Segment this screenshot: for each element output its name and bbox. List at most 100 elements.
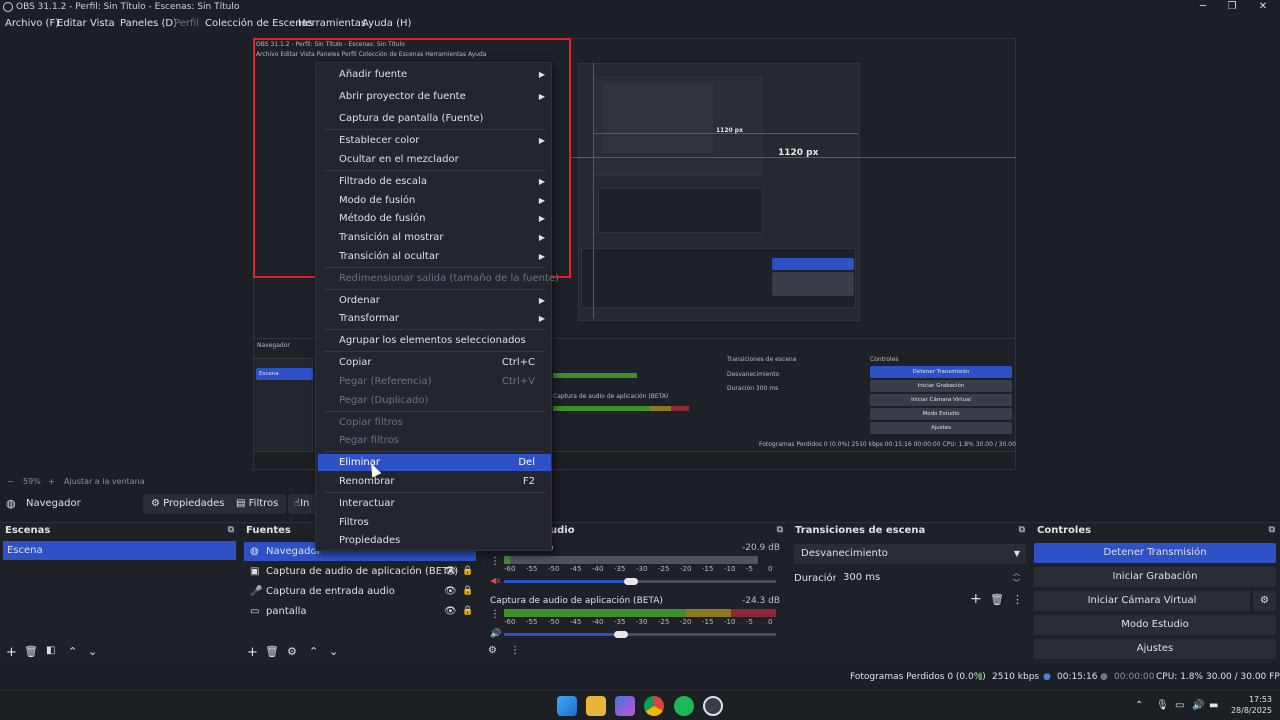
channel2-slider-knob[interactable] bbox=[614, 631, 628, 638]
transition-menu-icon[interactable]: ⋮ bbox=[1012, 593, 1023, 606]
channel2-menu-icon[interactable]: ⋮ bbox=[490, 609, 500, 620]
menu-item-scale-filter[interactable]: Filtrado de escala ▶ bbox=[318, 173, 551, 190]
maximize-button[interactable]: ❐ bbox=[1217, 0, 1247, 15]
lock-icon[interactable]: 🔒 bbox=[462, 602, 473, 621]
start-recording-button[interactable]: Iniciar Grabación bbox=[1034, 567, 1276, 587]
duration-input[interactable]: 300 ms ︿ ﹀ bbox=[836, 568, 1026, 588]
channel1-menu-icon[interactable]: ⋮ bbox=[490, 556, 500, 567]
obs-taskbar-icon[interactable] bbox=[703, 696, 723, 716]
move-up-icon[interactable]: ⌃ bbox=[68, 645, 77, 658]
menu-editar[interactable]: Editar bbox=[57, 18, 87, 29]
stop-streaming-button[interactable]: Detener Transmisión bbox=[1034, 543, 1276, 563]
remove-transition-icon[interactable]: 🗑 bbox=[990, 593, 1004, 606]
volume-icon[interactable]: 🔊 bbox=[1192, 700, 1204, 711]
add-source-icon[interactable]: + bbox=[247, 645, 258, 660]
spotify-icon[interactable] bbox=[674, 696, 694, 716]
close-button[interactable]: ✕ bbox=[1248, 0, 1278, 15]
undock-icon[interactable]: ⧉ bbox=[1019, 525, 1025, 535]
menu-item-group[interactable]: Agrupar los elementos seleccionados bbox=[318, 332, 551, 349]
menu-item-show-transition[interactable]: Transición al mostrar ▶ bbox=[318, 229, 551, 246]
menu-vista[interactable]: Vista bbox=[90, 18, 115, 29]
add-transition-icon[interactable]: + bbox=[970, 591, 982, 607]
move-down-icon[interactable]: ⌄ bbox=[329, 645, 338, 658]
menu-herramientas[interactable]: Herramientas bbox=[298, 18, 366, 29]
menu-perfil[interactable]: Perfil bbox=[174, 18, 199, 29]
eye-icon[interactable]: 👁 bbox=[444, 562, 457, 581]
channel1-slider-knob[interactable] bbox=[624, 578, 638, 585]
battery-icon[interactable]: ▬ bbox=[1209, 700, 1218, 711]
menu-item-paste-filters[interactable]: Pegar filtros bbox=[318, 432, 551, 449]
menu-item-order[interactable]: Ordenar ▶ bbox=[318, 292, 551, 309]
add-scene-icon[interactable]: + bbox=[6, 645, 17, 660]
menu-item-delete[interactable]: Eliminar Del bbox=[318, 454, 551, 471]
remove-source-icon[interactable]: 🗑 bbox=[265, 645, 279, 658]
undock-icon[interactable]: ⧉ bbox=[228, 525, 234, 535]
submenu-arrow-icon: ▶ bbox=[538, 92, 545, 101]
menu-coleccion-escenas[interactable]: Colección de Escenas bbox=[205, 18, 313, 29]
channel1-mute-icon[interactable]: ◀x bbox=[490, 576, 501, 585]
menu-item-add-source[interactable]: Añadir fuente ▶ bbox=[318, 66, 551, 83]
menu-item-copy-filters[interactable]: Copiar filtros bbox=[318, 414, 551, 431]
menu-item-filters[interactable]: Filtros bbox=[318, 514, 551, 531]
menu-item-hide-transition[interactable]: Transición al ocultar ▶ bbox=[318, 248, 551, 265]
chrome-icon[interactable] bbox=[644, 696, 664, 716]
scene-filters-icon[interactable]: ◧ bbox=[46, 645, 55, 656]
menu-item-paste-reference[interactable]: Pegar (Referencia) Ctrl+V bbox=[318, 373, 551, 390]
stepper-icon[interactable]: ︿ ﹀ bbox=[1013, 568, 1020, 588]
menu-item-rename[interactable]: Renombrar F2 bbox=[318, 473, 551, 490]
channel1-volume-slider[interactable] bbox=[504, 580, 630, 583]
microphone-icon[interactable]: 🎙 bbox=[1156, 700, 1169, 711]
clock[interactable]: 17:53 28/8/2025 bbox=[1228, 694, 1272, 716]
menu-ayuda[interactable]: Ayuda (H) bbox=[362, 18, 411, 29]
channel2-speaker-icon[interactable]: 🔊 bbox=[490, 629, 501, 639]
interact-button[interactable]: ☝In bbox=[288, 494, 318, 514]
menu-item-resize-output[interactable]: Redimensionar salida (tamaño de la fuent… bbox=[318, 270, 559, 287]
menu-archivo[interactable]: Archivo (F) bbox=[5, 18, 59, 29]
zoom-in-button[interactable]: + bbox=[48, 477, 55, 486]
undock-icon[interactable]: ⧉ bbox=[777, 525, 783, 535]
menu-item-blend-method[interactable]: Método de fusión ▶ bbox=[318, 210, 551, 227]
scene-item[interactable]: Escena bbox=[3, 541, 236, 560]
copilot-icon[interactable] bbox=[615, 696, 635, 716]
mixer-menu-icon[interactable]: ⋮ bbox=[510, 645, 520, 656]
move-down-icon[interactable]: ⌄ bbox=[88, 645, 97, 658]
advanced-audio-icon[interactable]: ⚙ bbox=[488, 645, 497, 656]
fit-window-button[interactable]: Ajustar a la ventana bbox=[64, 477, 145, 486]
windows-start-icon[interactable] bbox=[557, 696, 577, 716]
network-icon[interactable]: ▭ bbox=[1175, 700, 1184, 711]
lock-icon[interactable]: 🔒 bbox=[462, 582, 473, 601]
menu-item-properties[interactable]: Propiedades bbox=[318, 532, 551, 549]
menu-item-screenshot[interactable]: Captura de pantalla (Fuente) bbox=[318, 110, 551, 127]
move-up-icon[interactable]: ⌃ bbox=[309, 645, 318, 658]
menu-item-paste-duplicate[interactable]: Pegar (Duplicado) bbox=[318, 392, 551, 409]
remove-scene-icon[interactable]: 🗑 bbox=[24, 645, 38, 658]
lock-icon[interactable]: 🔒 bbox=[462, 562, 473, 581]
eye-icon[interactable]: 👁 bbox=[444, 582, 457, 601]
menu-item-copy[interactable]: Copiar Ctrl+C bbox=[318, 354, 551, 371]
settings-button[interactable]: Ajustes bbox=[1034, 639, 1276, 659]
menu-paneles[interactable]: Paneles (D) bbox=[120, 18, 177, 29]
chevron-up-icon[interactable]: ⌃ bbox=[1135, 700, 1143, 711]
file-explorer-icon[interactable] bbox=[586, 696, 606, 716]
menu-item-set-color[interactable]: Establecer color ▶ bbox=[318, 132, 551, 149]
source-item[interactable]: ▣ Captura de audio de aplicación (BETA) … bbox=[244, 562, 476, 581]
studio-mode-button[interactable]: Modo Estudio bbox=[1034, 615, 1276, 635]
minimize-button[interactable]: ─ bbox=[1188, 0, 1218, 15]
start-virtual-camera-button[interactable]: Iniciar Cámara Virtual bbox=[1034, 591, 1250, 611]
menu-item-blend-mode[interactable]: Modo de fusión ▶ bbox=[318, 192, 551, 209]
filters-button[interactable]: ▤ Filtros bbox=[228, 494, 287, 514]
source-item[interactable]: 🎤 Captura de entrada audio 👁 🔒 bbox=[244, 582, 476, 601]
menu-item-hide-mixer[interactable]: Ocultar en el mezclador bbox=[318, 151, 551, 168]
undock-icon[interactable]: ⧉ bbox=[1269, 525, 1275, 535]
transition-select[interactable]: Desvanecimiento ▼ bbox=[794, 544, 1026, 564]
source-item[interactable]: ▭ pantalla 👁 🔒 bbox=[244, 602, 476, 621]
menu-item-open-projector[interactable]: Abrir proyector de fuente ▶ bbox=[318, 88, 551, 105]
source-properties-icon[interactable]: ⚙ bbox=[287, 645, 297, 658]
menu-item-interact[interactable]: Interactuar bbox=[318, 495, 551, 512]
zoom-out-button[interactable]: − bbox=[7, 477, 14, 486]
channel2-volume-slider[interactable] bbox=[504, 633, 622, 636]
virtual-camera-settings-button[interactable]: ⚙ bbox=[1253, 591, 1276, 611]
eye-icon[interactable]: 👁 bbox=[444, 602, 457, 621]
properties-button[interactable]: ⚙ Propiedades bbox=[143, 494, 233, 514]
menu-item-transform[interactable]: Transformar ▶ bbox=[318, 310, 551, 327]
